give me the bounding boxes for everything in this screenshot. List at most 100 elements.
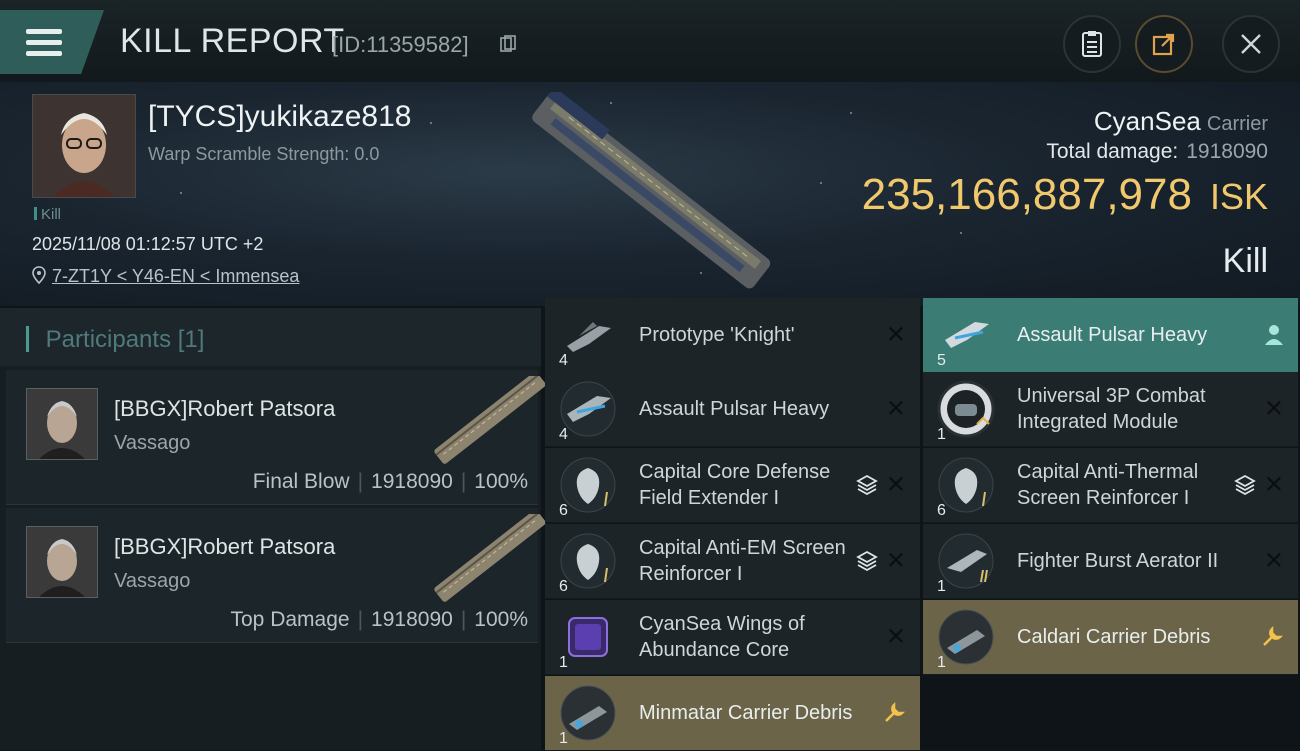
victim-name: [TYCS]yukikaze818 — [148, 100, 412, 133]
item-name: Caldari Carrier Debris — [1017, 626, 1211, 648]
wrench-icon — [1263, 625, 1284, 646]
menu-button[interactable] — [0, 10, 104, 74]
participant-avatar[interactable] — [26, 526, 98, 598]
participant-name: [BBGX]Robert Patsora — [114, 534, 336, 559]
stack-icon[interactable] — [856, 474, 878, 496]
item-name: Fighter Burst Aerator II — [1017, 550, 1219, 572]
destroyed-icon: ✕ — [1263, 471, 1284, 499]
participant-ship-image — [434, 376, 546, 464]
participant-avatar[interactable] — [26, 388, 98, 460]
total-damage: Total damage: 1918090 — [1046, 140, 1268, 164]
kill-timestamp: 2025/11/08 01:12:57 UTC +2 — [32, 234, 264, 254]
item-name: Capital Anti-EM Screen Reinforcer I — [639, 537, 846, 585]
participant-percent: 100% — [474, 470, 528, 493]
location-pin-icon — [32, 266, 46, 285]
report-id: [ID:11359582] — [332, 32, 469, 57]
item-row[interactable]: 1 Caldari Carrier Debris — [923, 600, 1298, 675]
isk-value: 235,166,887,978 ISK — [862, 170, 1268, 220]
stack-icon[interactable] — [856, 550, 878, 572]
participants-title: Participants [1] — [26, 326, 205, 354]
total-damage-value: 1918090 — [1186, 140, 1268, 163]
portrait-image — [33, 95, 135, 197]
victim-ship-name: CyanSea — [1093, 106, 1201, 136]
export-button[interactable] — [1135, 15, 1193, 73]
participant-damage: 1918090 — [371, 470, 453, 493]
participants-count: [1] — [177, 326, 205, 353]
participant-stats: Top Damage | 1918090 | 100% — [230, 608, 529, 631]
destroyed-icon: ✕ — [885, 321, 906, 349]
kill-tag: Kill — [34, 206, 61, 223]
participant-row[interactable]: [BBGX]Robert Patsora Vassago Final Blow |… — [6, 370, 546, 505]
destroyed-icon: ✕ — [885, 471, 906, 499]
item-quantity: 1 — [937, 426, 946, 443]
menu-icon-line — [26, 40, 62, 45]
participant-ship: Vassago — [114, 570, 191, 592]
item-quantity: 1 — [559, 654, 568, 671]
destroyed-icon: ✕ — [1263, 547, 1284, 575]
item-quantity: 6 — [937, 502, 946, 519]
victim-ship-class: Carrier — [1206, 113, 1268, 135]
participants-label: Participants — [45, 326, 172, 353]
participant-role: Final Blow — [252, 470, 350, 493]
isk-unit: ISK — [1209, 176, 1268, 217]
item-row[interactable]: 1 CyanSea Wings of Abundance Core ✕ — [545, 600, 920, 675]
result-label: Kill — [1222, 242, 1268, 280]
item-row[interactable]: 4 Prototype 'Knight' ✕ — [545, 298, 920, 373]
stack-icon[interactable] — [1234, 474, 1256, 496]
menu-icon — [26, 29, 62, 34]
item-name: CyanSea Wings of Abundance Core — [639, 613, 805, 661]
participant-stats: Final Blow | 1918090 | 100% — [252, 470, 528, 493]
kill-location[interactable]: 7-ZT1Y < Y46-EN < Immensea — [32, 266, 299, 287]
item-quantity: 1 — [937, 654, 946, 671]
destroyed-icon: ✕ — [885, 395, 906, 423]
clipboard-button[interactable] — [1063, 15, 1121, 73]
item-name: Minmatar Carrier Debris — [639, 702, 853, 724]
participant-damage: 1918090 — [371, 608, 453, 631]
item-row[interactable]: 1 Universal 3P Combat Integrated Module … — [923, 372, 1298, 447]
location-link[interactable]: 7-ZT1Y < Y46-EN < Immensea — [52, 266, 299, 286]
participant-row[interactable]: [BBGX]Robert Patsora Vassago Top Damage |… — [6, 508, 546, 643]
item-quantity: 6 — [559, 502, 568, 519]
close-icon — [1241, 34, 1261, 54]
item-row[interactable]: 5 Assault Pulsar Heavy — [923, 298, 1298, 373]
victim-ship: CyanSea Carrier — [1094, 106, 1268, 137]
item-row[interactable]: 1 Minmatar Carrier Debris — [545, 676, 920, 751]
participant-ship-image — [434, 514, 546, 602]
portrait-image — [27, 389, 97, 459]
victim-ship-image — [532, 92, 771, 289]
item-row[interactable]: 1 Fighter Burst Aerator II ✕ — [923, 524, 1298, 599]
warp-scramble-strength: Warp Scramble Strength: 0.0 — [148, 144, 380, 164]
participants-panel: Participants [1] [BBGX]Robert Patsora Va… — [0, 308, 546, 750]
item-name: Capital Anti-Thermal Screen Reinforcer I — [1017, 461, 1199, 509]
item-name: Assault Pulsar Heavy — [639, 398, 830, 420]
total-damage-label: Total damage: — [1046, 140, 1179, 163]
page-title: KILL REPORT — [120, 22, 345, 60]
item-name: Capital Core Defense Field Extender I — [639, 461, 831, 509]
participant-name: [BBGX]Robert Patsora — [114, 396, 336, 421]
isk-amount: 235,166,887,978 — [861, 170, 1192, 219]
close-button[interactable] — [1222, 15, 1280, 73]
victim-avatar[interactable] — [32, 94, 136, 198]
item-name: Assault Pulsar Heavy — [1017, 324, 1208, 346]
destroyed-icon: ✕ — [1263, 395, 1284, 423]
clipboard-icon — [1082, 31, 1102, 57]
item-quantity: 5 — [937, 352, 946, 369]
destroyed-icon: ✕ — [885, 623, 906, 651]
item-row[interactable]: 6 Capital Anti-EM Screen Reinforcer I ✕ — [545, 524, 920, 599]
top-bar: KILL REPORT [ID:11359582] — [0, 0, 1300, 83]
item-row[interactable]: 4 Assault Pulsar Heavy ✕ — [545, 372, 920, 447]
participants-header: Participants [1] — [0, 308, 541, 366]
item-row[interactable]: 6 Capital Core Defense Field Extender I … — [545, 448, 920, 523]
item-quantity: 6 — [559, 578, 568, 595]
destroyed-icon: ✕ — [885, 547, 906, 575]
menu-icon-line — [26, 51, 62, 56]
item-name: Prototype 'Knight' — [639, 324, 795, 346]
item-quantity: 1 — [937, 578, 946, 595]
item-quantity: 1 — [559, 730, 568, 747]
copy-icon[interactable] — [500, 35, 516, 53]
victim-panel: [TYCS]yukikaze818 Warp Scramble Strength… — [0, 82, 1300, 306]
portrait-image — [27, 527, 97, 597]
export-icon — [1152, 33, 1175, 56]
item-row[interactable]: 6 Capital Anti-Thermal Screen Reinforcer… — [923, 448, 1298, 523]
item-name: Universal 3P Combat Integrated Module — [1017, 385, 1206, 433]
